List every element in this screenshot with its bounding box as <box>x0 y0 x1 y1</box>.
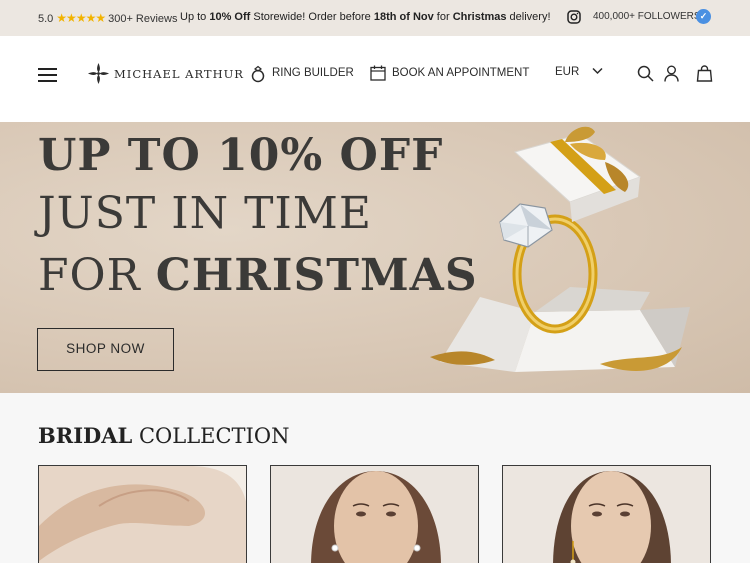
section-title: BRIDAL COLLECTION <box>38 423 289 448</box>
collection-card-rings[interactable] <box>38 465 247 563</box>
promo-discount: 10% Off <box>209 11 251 23</box>
promo-date: 18th of Nov <box>373 11 434 23</box>
account-icon[interactable] <box>663 65 680 82</box>
section-title-bold: BRIDAL <box>38 423 133 448</box>
collection-card-earrings[interactable] <box>270 465 479 563</box>
verified-badge-icon: ✓ <box>696 9 711 24</box>
gift-box-ring-image <box>430 126 690 372</box>
rating-stars-icon: ★★★★★ <box>56 11 106 25</box>
chevron-down-icon[interactable] <box>592 67 603 75</box>
promo-occasion: Christmas <box>452 11 507 23</box>
announcement-bar: 5.0 ★★★★★ 300+ Reviews Up to 10% Off Store… <box>0 0 750 36</box>
rating-summary[interactable]: 5.0 ★★★★★ 300+ Reviews <box>38 11 178 25</box>
site-header: MICHAEL ARTHUR RING BUILDER BOOK AN APPO… <box>0 36 750 122</box>
model-drop-earrings-image <box>503 466 710 563</box>
collection-card-drop-earrings[interactable] <box>502 465 711 563</box>
shop-now-button[interactable]: SHOP NOW <box>37 328 174 371</box>
hand-ring-image <box>39 466 246 563</box>
promo-text: Up to <box>180 11 210 23</box>
promo-text: Storewide! Order before <box>250 11 374 23</box>
menu-hamburger-icon[interactable] <box>38 68 57 82</box>
hero-banner: UP TO 10% OFF JUST IN TIME FOR CHRISTMAS… <box>0 122 750 393</box>
hero-headline-discount: UP TO 10% OFF <box>38 130 444 181</box>
promo-text: for <box>433 11 453 23</box>
brand-logo-text[interactable]: MICHAEL ARTHUR <box>114 67 244 81</box>
instagram-icon[interactable] <box>567 10 581 24</box>
hero-headline-timing: JUST IN TIME <box>38 188 372 239</box>
michael-arthur-logo-icon[interactable] <box>87 62 110 85</box>
model-pearl-earrings-image <box>271 466 478 563</box>
shopping-bag-icon[interactable] <box>696 65 713 82</box>
followers-count: 400,000+ FOLLOWERS <box>593 11 701 22</box>
section-title-rest: COLLECTION <box>132 424 290 448</box>
search-icon[interactable] <box>637 65 654 82</box>
hero-headline-occasion: FOR CHRISTMAS <box>38 250 478 301</box>
hero-headline-prefix: FOR <box>38 250 156 301</box>
rating-value: 5.0 <box>38 13 54 25</box>
currency-selector[interactable]: EUR <box>555 66 579 78</box>
reviews-count: 300+ Reviews <box>108 13 178 25</box>
calendar-icon[interactable] <box>370 65 386 81</box>
ring-icon[interactable] <box>250 65 266 83</box>
nav-book-appointment[interactable]: BOOK AN APPOINTMENT <box>392 67 529 79</box>
nav-ring-builder[interactable]: RING BUILDER <box>272 67 354 79</box>
bridal-collection-section: BRIDAL COLLECTION <box>0 393 750 563</box>
promo-message: Up to 10% Off Storewide! Order before 18… <box>180 11 551 23</box>
promo-text: delivery! <box>506 11 551 23</box>
